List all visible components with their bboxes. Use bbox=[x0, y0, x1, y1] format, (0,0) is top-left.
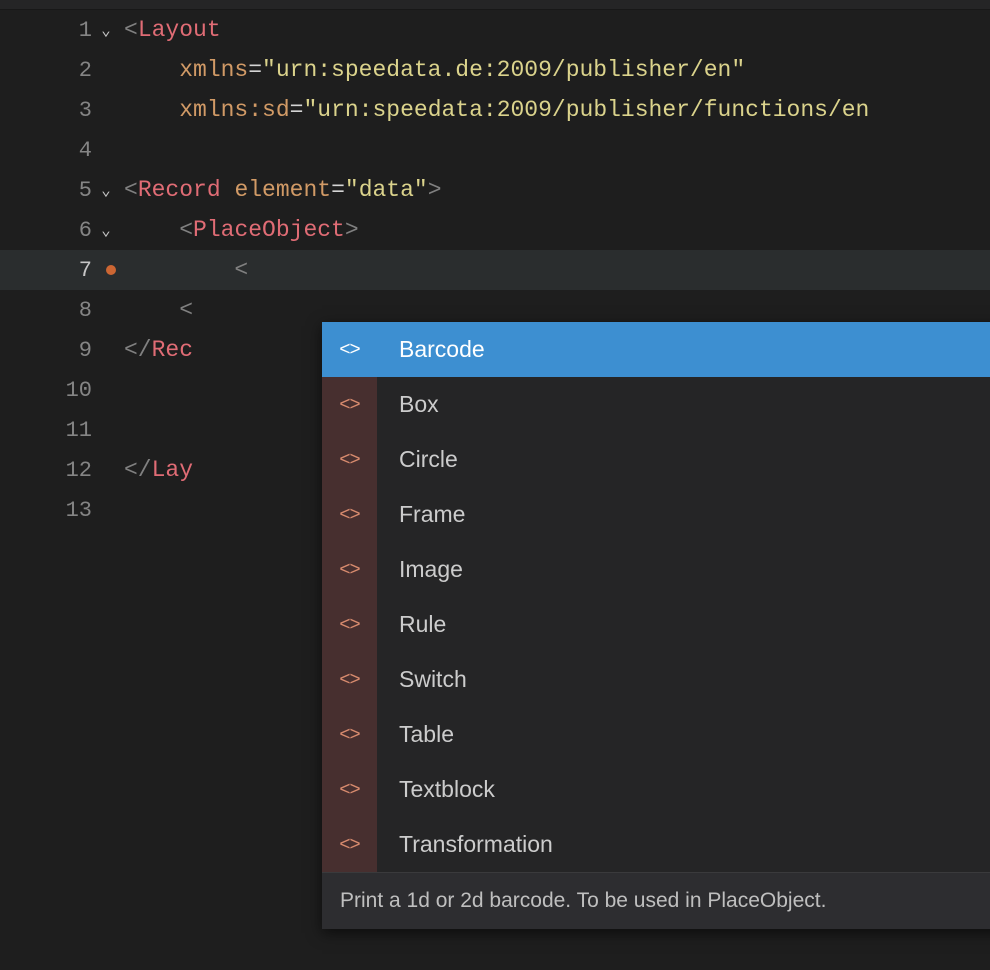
fold-chevron-icon[interactable]: ⌄ bbox=[96, 20, 116, 40]
equals: = bbox=[331, 177, 345, 203]
autocomplete-popup[interactable]: <> Barcode <> Box <> Circle <> Frame <> … bbox=[322, 322, 990, 929]
autocomplete-item[interactable]: <> Barcode bbox=[322, 322, 990, 377]
autocomplete-label: Barcode bbox=[377, 336, 485, 363]
xml-element-icon: <> bbox=[322, 487, 377, 542]
gutter-line[interactable]: 6 ⌄ bbox=[0, 210, 124, 250]
xml-element-icon: <> bbox=[322, 322, 377, 377]
line-number: 13 bbox=[48, 498, 92, 523]
punct: < bbox=[179, 297, 193, 323]
autocomplete-item[interactable]: <> Table bbox=[322, 707, 990, 762]
autocomplete-item[interactable]: <> Textblock bbox=[322, 762, 990, 817]
equals: = bbox=[248, 57, 262, 83]
gutter-line[interactable]: 5 ⌄ bbox=[0, 170, 124, 210]
autocomplete-label: Frame bbox=[377, 501, 465, 528]
attr-name: xmlns bbox=[179, 57, 248, 83]
autocomplete-description: Print a 1d or 2d barcode. To be used in … bbox=[322, 872, 990, 929]
gutter-line-active[interactable]: 7 bbox=[0, 250, 124, 290]
attr-name: element bbox=[234, 177, 331, 203]
punct: </ bbox=[124, 337, 152, 363]
code-line[interactable]: <Layout bbox=[124, 10, 990, 50]
gutter-line[interactable]: 10 bbox=[0, 370, 124, 410]
gutter-line[interactable]: 11 bbox=[0, 410, 124, 450]
autocomplete-label: Rule bbox=[377, 611, 446, 638]
autocomplete-label: Table bbox=[377, 721, 454, 748]
gutter-line[interactable]: 9 bbox=[0, 330, 124, 370]
attr-value: "urn:speedata.de:2009/publisher/en" bbox=[262, 57, 745, 83]
tag-name: Rec bbox=[152, 337, 193, 363]
attr-value: "data" bbox=[345, 177, 428, 203]
namespace-prefix: xmlns: bbox=[179, 97, 262, 123]
xml-element-icon: <> bbox=[322, 432, 377, 487]
code-area[interactable]: <Layout xmlns="urn:speedata.de:2009/publ… bbox=[124, 10, 990, 970]
code-line-active[interactable]: < bbox=[124, 250, 990, 290]
punct: < bbox=[179, 217, 193, 243]
attr-value: "urn:speedata:2009/publisher/functions/e… bbox=[303, 97, 869, 123]
editor-top-bar bbox=[0, 0, 990, 10]
gutter: 1 ⌄ 2 3 4 5 ⌄ 6 ⌄ 7 8 bbox=[0, 10, 124, 970]
punct: < bbox=[124, 177, 138, 203]
xml-element-icon: <> bbox=[322, 707, 377, 762]
code-line[interactable] bbox=[124, 130, 990, 170]
code-line[interactable]: <Record element="data"> bbox=[124, 170, 990, 210]
autocomplete-label: Box bbox=[377, 391, 439, 418]
autocomplete-item[interactable]: <> Image bbox=[322, 542, 990, 597]
autocomplete-item[interactable]: <> Rule bbox=[322, 597, 990, 652]
line-number: 5 bbox=[48, 178, 92, 203]
autocomplete-item[interactable]: <> Circle bbox=[322, 432, 990, 487]
xml-element-icon: <> bbox=[322, 597, 377, 652]
line-number: 8 bbox=[48, 298, 92, 323]
line-number: 3 bbox=[48, 98, 92, 123]
xml-element-icon: <> bbox=[322, 652, 377, 707]
fold-chevron-icon[interactable]: ⌄ bbox=[96, 180, 116, 200]
autocomplete-item[interactable]: <> Box bbox=[322, 377, 990, 432]
line-number: 12 bbox=[48, 458, 92, 483]
tag-name: Lay bbox=[152, 457, 193, 483]
autocomplete-item[interactable]: <> Transformation bbox=[322, 817, 990, 872]
xml-element-icon: <> bbox=[322, 817, 377, 872]
punct: < bbox=[124, 17, 138, 43]
gutter-line[interactable]: 12 bbox=[0, 450, 124, 490]
autocomplete-label: Circle bbox=[377, 446, 458, 473]
gutter-line[interactable]: 1 ⌄ bbox=[0, 10, 124, 50]
attr-name: sd bbox=[262, 97, 290, 123]
punct: > bbox=[345, 217, 359, 243]
tag-name: PlaceObject bbox=[193, 217, 345, 243]
line-number: 9 bbox=[48, 338, 92, 363]
xml-element-icon: <> bbox=[322, 542, 377, 597]
punct: </ bbox=[124, 457, 152, 483]
autocomplete-label: Switch bbox=[377, 666, 467, 693]
gutter-line[interactable]: 3 bbox=[0, 90, 124, 130]
autocomplete-label: Textblock bbox=[377, 776, 495, 803]
gutter-line[interactable]: 2 bbox=[0, 50, 124, 90]
equals: = bbox=[290, 97, 304, 123]
line-number: 7 bbox=[48, 258, 92, 283]
line-number: 2 bbox=[48, 58, 92, 83]
punct: > bbox=[428, 177, 442, 203]
line-number: 10 bbox=[48, 378, 92, 403]
code-line[interactable]: xmlns:sd="urn:speedata:2009/publisher/fu… bbox=[124, 90, 990, 130]
code-editor[interactable]: 1 ⌄ 2 3 4 5 ⌄ 6 ⌄ 7 8 bbox=[0, 10, 990, 970]
gutter-line[interactable]: 13 bbox=[0, 490, 124, 530]
line-number: 1 bbox=[48, 18, 92, 43]
modified-dot-icon bbox=[106, 265, 116, 275]
code-line[interactable]: <PlaceObject> bbox=[124, 210, 990, 250]
code-line[interactable]: xmlns="urn:speedata.de:2009/publisher/en… bbox=[124, 50, 990, 90]
gutter-line[interactable]: 8 bbox=[0, 290, 124, 330]
tag-name: Layout bbox=[138, 17, 221, 43]
fold-chevron-icon[interactable]: ⌄ bbox=[96, 220, 116, 240]
line-number: 6 bbox=[48, 218, 92, 243]
autocomplete-item[interactable]: <> Frame bbox=[322, 487, 990, 542]
gutter-line[interactable]: 4 bbox=[0, 130, 124, 170]
xml-element-icon: <> bbox=[322, 762, 377, 817]
tag-name: Record bbox=[138, 177, 221, 203]
punct: < bbox=[234, 257, 248, 283]
autocomplete-item[interactable]: <> Switch bbox=[322, 652, 990, 707]
autocomplete-label: Transformation bbox=[377, 831, 553, 858]
autocomplete-label: Image bbox=[377, 556, 463, 583]
line-number: 4 bbox=[48, 138, 92, 163]
line-number: 11 bbox=[48, 418, 92, 443]
xml-element-icon: <> bbox=[322, 377, 377, 432]
